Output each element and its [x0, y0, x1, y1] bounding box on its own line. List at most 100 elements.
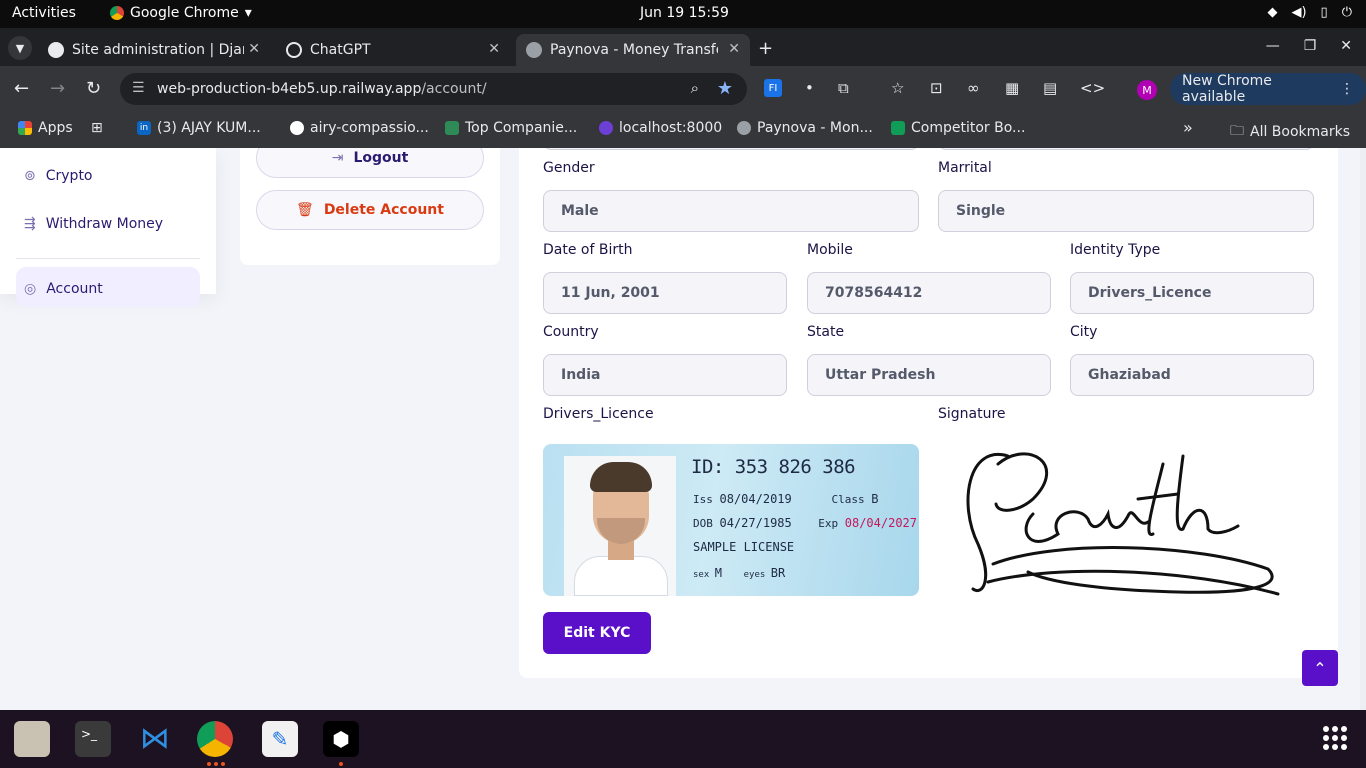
site-info-icon[interactable]: ☰ [132, 80, 145, 96]
tab-search-button[interactable]: ▼ [8, 36, 32, 60]
url-text[interactable]: web-production-b4eb5.up.railway.app/acco… [157, 81, 487, 97]
window-controls: — ❐ ✕ [1266, 38, 1352, 54]
bookmark-localhost[interactable]: localhost:8000 [599, 120, 722, 136]
globe-icon [526, 42, 542, 58]
reading-list-icon[interactable]: ☆ [891, 79, 904, 97]
sidebar-item-label: Crypto [45, 168, 93, 184]
text-editor-icon[interactable]: ✎ [262, 721, 298, 757]
close-icon[interactable]: ✕ [248, 41, 260, 57]
minimize-icon[interactable]: — [1266, 38, 1280, 54]
dob-label: Date of Birth [543, 242, 633, 258]
gender-label: Gender [543, 160, 595, 176]
show-apps-icon[interactable] [1323, 726, 1347, 750]
url-host: web-production-b4eb5.up.railway.app [157, 81, 422, 97]
scroll-to-top-button[interactable]: ⌃ [1302, 650, 1338, 686]
bookmark-apps[interactable]: Apps [18, 120, 73, 136]
bookmark-label: Apps [38, 120, 73, 136]
screenshot-icon[interactable]: ⊡ [930, 79, 943, 97]
marital-label: Marrital [938, 160, 992, 176]
link-icon[interactable]: ∞ [967, 79, 980, 97]
licence-eyes-label: eyes [743, 570, 766, 580]
bookmark-airy[interactable]: airy-compassio... [290, 120, 429, 136]
profile-avatar[interactable]: M [1137, 80, 1157, 100]
licence-sample: SAMPLE LICENSE [693, 540, 795, 554]
close-window-icon[interactable]: ✕ [1340, 38, 1352, 54]
terminal-icon[interactable]: >_ [75, 721, 111, 757]
city-field[interactable]: Ghaziabad [1070, 354, 1314, 396]
chatgpt-icon [286, 42, 302, 58]
licence-row-iss: Iss 08/04/2019 Class B [693, 492, 878, 506]
bookmarks-overflow-button[interactable]: » [1183, 118, 1193, 137]
licence-dob-label: DOB [693, 517, 713, 530]
app-menu[interactable]: Google Chrome ▾ [110, 5, 252, 21]
delete-label: Delete Account [323, 202, 444, 218]
all-bookmarks-button[interactable]: 🗀 All Bookmarks [1230, 120, 1350, 144]
chrome-icon [110, 6, 124, 20]
system-tray[interactable]: ◆ ◀) ▯ ⏻ [1267, 5, 1352, 20]
dob-field[interactable]: 11 Jun, 2001 [543, 272, 787, 314]
edit-kyc-button[interactable]: Edit KYC [543, 612, 651, 654]
activities-button[interactable]: Activities [12, 5, 76, 21]
zoom-icon[interactable]: ⌕ [691, 79, 699, 97]
new-tab-button[interactable]: + [758, 38, 773, 59]
logout-button[interactable]: ⇥ Logout [256, 148, 484, 178]
reload-icon[interactable]: ↻ [86, 78, 101, 99]
licence-exp-label: Exp [818, 517, 839, 530]
sidebar-item-crypto[interactable]: ⊚ Crypto [24, 168, 93, 184]
tab-groups-icon[interactable]: ⊞ [91, 120, 103, 136]
close-icon[interactable]: ✕ [728, 41, 740, 57]
gender-field[interactable]: Male [543, 190, 919, 232]
close-icon[interactable]: ✕ [488, 41, 500, 57]
page-scrollbar[interactable] [1360, 148, 1366, 710]
chrome-icon[interactable] [197, 721, 233, 757]
country-field[interactable]: India [543, 354, 787, 396]
tab-site-administration[interactable]: Site administration | Djan ✕ [38, 34, 270, 66]
identity-type-field[interactable]: Drivers_Licence [1070, 272, 1314, 314]
licence-class-label: Class [831, 493, 865, 506]
tab-paynova[interactable]: Paynova - Money Transfe ✕ [516, 34, 750, 66]
chrome-update-button[interactable]: New Chrome available ⋮ [1170, 73, 1366, 105]
files-icon[interactable] [14, 721, 50, 757]
drivers-licence-image: ID: 353 826 386 Iss 08/04/2019 Class B D… [543, 444, 919, 596]
delete-account-button[interactable]: 🗑 Delete Account [256, 190, 484, 230]
url-path: /account/ [421, 81, 487, 97]
bookmark-star-icon[interactable]: ★ [717, 78, 733, 99]
app-name: Google Chrome [130, 5, 239, 21]
bookmark-linkedin[interactable]: in (3) AJAY KUM... [137, 120, 261, 136]
extension-icon[interactable]: FI [764, 79, 782, 97]
sidebar-item-account[interactable]: ◎ Account [24, 281, 103, 297]
bookmark-label: airy-compassio... [310, 120, 429, 136]
field-partial[interactable] [938, 148, 1314, 150]
bookmark-paynova[interactable]: Paynova - Mon... [737, 120, 873, 136]
volume-icon: ◀) [1291, 5, 1307, 20]
marital-field[interactable]: Single [938, 190, 1314, 232]
back-icon[interactable]: ← [14, 78, 29, 99]
bookmark-top-companies[interactable]: Top Companie... [445, 120, 577, 136]
unity-hub-icon[interactable]: ⬢ [323, 721, 359, 757]
devtools-icon[interactable]: <> [1080, 79, 1105, 97]
field-partial[interactable] [543, 148, 919, 150]
side-panel-icon[interactable]: ▤ [1043, 79, 1057, 97]
vscode-icon[interactable]: ⋈ [137, 721, 173, 757]
sidebar-item-label: Account [46, 281, 103, 297]
country-label: Country [543, 324, 599, 340]
clock[interactable]: Jun 19 15:59 [640, 5, 729, 21]
mobile-label: Mobile [807, 242, 853, 258]
extension-icon[interactable]: • [805, 79, 814, 97]
bookmark-competitor[interactable]: Competitor Bo... [891, 120, 1025, 136]
forward-icon[interactable]: → [50, 78, 65, 99]
trash-icon: 🗑 [296, 202, 314, 218]
tab-chatgpt[interactable]: ChatGPT ✕ [276, 34, 510, 66]
state-field[interactable]: Uttar Pradesh [807, 354, 1051, 396]
qr-code-icon[interactable]: ▦ [1005, 79, 1019, 97]
sidebar-item-withdraw-money[interactable]: ⇶ Withdraw Money [24, 216, 163, 232]
logout-icon: ⇥ [331, 150, 344, 166]
address-bar[interactable]: ☰ web-production-b4eb5.up.railway.app/ac… [120, 73, 747, 105]
mobile-field[interactable]: 7078564412 [807, 272, 1051, 314]
page-viewport: ⊚ Crypto ⇶ Withdraw Money ◎ Account ⇥ Lo… [0, 148, 1366, 710]
maximize-icon[interactable]: ❐ [1304, 38, 1317, 54]
double-chevron-up-icon: ⌃ [1313, 658, 1327, 678]
signature-drawing [966, 452, 1280, 596]
extensions-puzzle-icon[interactable]: ⧉ [838, 79, 849, 97]
tab-title: Paynova - Money Transfe [550, 42, 718, 58]
